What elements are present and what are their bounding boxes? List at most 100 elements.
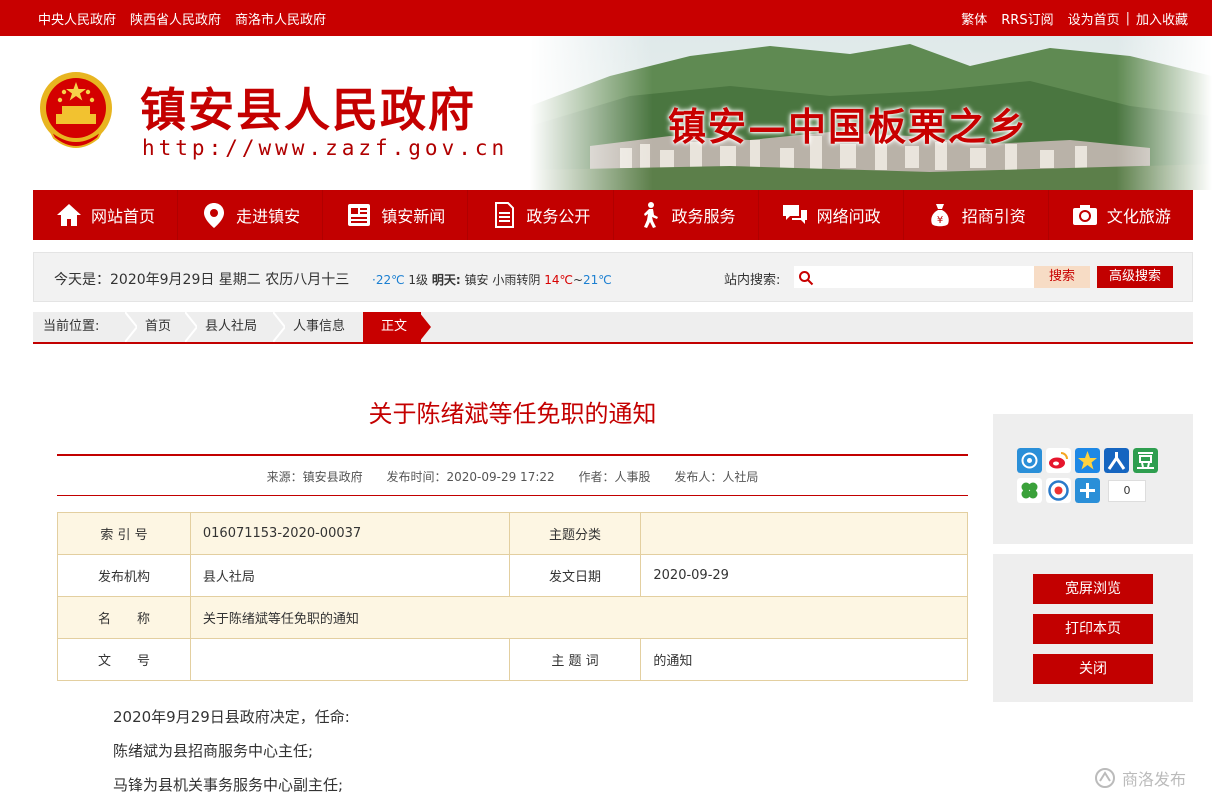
article-paragraph: 陈绪斌为县招商服务中心主任; [113,742,314,760]
nav-item-label: 镇安新闻 [381,207,446,226]
search-input[interactable] [818,268,1028,286]
topic-category-value [640,512,968,555]
svg-text:¥: ¥ [937,215,943,226]
tencent-weibo-share-icon[interactable] [1046,478,1071,503]
table-row: 名 称 关于陈绪斌等任免职的通知 [57,596,969,639]
issue-date-label: 发文日期 [508,554,642,597]
link-separator: | [1125,11,1130,26]
weather-low-temp: 21℃ [583,273,612,287]
link-shaanxi-government[interactable]: 陕西省人民政府 [130,9,221,28]
wide-view-button[interactable]: 宽屏浏览 [1033,574,1153,604]
advanced-search-button[interactable]: 高级搜索 [1097,266,1173,288]
doc-number-label: 文 号 [57,638,191,681]
nav-item-culture-tourism[interactable]: 文化旅游 [1049,190,1193,240]
breadcrumb-item-home[interactable]: 首页 [145,312,171,342]
article-body: 2020年9月29日县政府决定，任命: 陈绪斌为县招商服务中心主任; 马锋为县机… [113,700,350,802]
topic-category-label: 主题分类 [508,512,642,555]
site-title[interactable]: 镇安县人民政府 [140,74,476,140]
nav-item-government-services[interactable]: 政务服务 [614,190,759,240]
nav-item-label: 政务服务 [671,207,736,226]
qzone-share-icon[interactable] [1017,448,1042,473]
more-share-icon[interactable] [1075,478,1100,503]
print-page-button[interactable]: 打印本页 [1033,614,1153,644]
table-row: 发布机构 县人社局 发文日期 2020-09-29 [57,554,968,597]
info-bar: 今天是：2020年9月29日 星期二 农历八月十三 ·22℃ 1级 明天: 镇安… [33,252,1193,302]
share-panel: 0 [993,414,1193,544]
nav-item-online-inquiry[interactable]: 网络问政 [759,190,904,240]
people-daily-share-icon[interactable] [1104,448,1129,473]
document-info-table: 索 引 号 016071153-2020-00037 主题分类 发布机构 县人社… [57,512,969,681]
nav-item-news[interactable]: 镇安新闻 [323,190,469,240]
share-icons-row-2: 0 [1017,478,1146,503]
nav-item-investment[interactable]: ¥ 招商引资 [904,190,1049,240]
doc-name-value: 关于陈绪斌等任免职的通知 [189,596,969,639]
close-page-button[interactable]: 关闭 [1033,654,1153,684]
link-central-government[interactable]: 中央人民政府 [38,9,116,28]
newspaper-icon [348,204,371,226]
location-pin-icon [204,203,225,228]
current-date: 今天是：2020年9月29日 星期二 农历八月十三 [54,272,350,288]
link-traditional-chinese[interactable]: 繁体 [961,9,987,28]
weather-range-sep: ~ [572,273,584,287]
breadcrumb-separator-icon [125,312,137,342]
issuing-org-label: 发布机构 [57,554,191,597]
breadcrumb-item-hr-bureau[interactable]: 县人社局 [205,312,257,342]
weibo-share-icon[interactable] [1046,448,1071,473]
nav-item-home[interactable]: 网站首页 [33,190,179,240]
keywords-value: 的通知 [640,638,968,681]
link-shangluo-government[interactable]: 商洛市人民政府 [235,9,326,28]
weather-high-temp: 14℃ [544,273,573,287]
top-bar: 中央人民政府 陕西省人民政府 商洛市人民政府 繁体 RRS订阅 设为首页 | 加… [0,0,1212,36]
meta-publisher: 发布人：人社局 [674,470,759,484]
title-divider [57,454,968,456]
issuing-org-value: 县人社局 [189,554,510,597]
doc-number-value [189,638,510,681]
index-number-label: 索 引 号 [57,512,191,555]
article-title: 关于陈绪斌等任免职的通知 [368,400,657,428]
nav-item-label: 文化旅游 [1106,207,1171,226]
breadcrumb-label: 当前位置: [43,319,100,334]
search-icon [799,271,814,286]
camera-icon [1072,205,1097,225]
nav-item-about[interactable]: 走进镇安 [178,190,324,240]
watermark-text: 商洛发布 [1122,770,1187,789]
top-bar-gov-links: 中央人民政府 陕西省人民政府 商洛市人民政府 [38,9,326,28]
clover-share-icon[interactable] [1017,478,1042,503]
keywords-label: 主 题 词 [508,638,642,681]
weather-widget[interactable]: ·22℃ 1级 明天: 镇安 小雨转阴 14℃~21℃ [372,271,612,288]
nav-item-label: 网络问政 [816,207,881,226]
douban-share-icon[interactable] [1133,448,1158,473]
weather-desc: 小雨转阴 [492,273,541,287]
share-icons-row-1 [1017,448,1158,473]
search-box [794,266,1036,288]
weather-wind: 1级 [408,273,429,287]
meta-divider [57,495,968,496]
search-label: 站内搜索: [724,273,781,288]
table-row: 文 号 主 题 词 的通知 [57,638,968,681]
table-row: 索 引 号 016071153-2020-00037 主题分类 [57,512,968,555]
nav-item-government-affairs[interactable]: 政务公开 [468,190,614,240]
watermark: 商洛发布 [1094,766,1186,790]
nav-item-label: 网站首页 [91,207,156,226]
chat-bubbles-icon [782,205,807,224]
meta-author: 作者：人事股 [578,470,651,484]
nav-item-label: 政务公开 [526,207,591,226]
link-set-homepage[interactable]: 设为首页 [1068,9,1120,28]
issue-date-value: 2020-09-29 [640,554,968,597]
breadcrumb-item-personnel-info[interactable]: 人事信息 [293,312,345,342]
national-emblem-icon [40,72,112,148]
breadcrumb-separator-icon [185,312,197,342]
breadcrumb-separator-icon [273,312,285,342]
meta-source: 来源：镇安县政府 [266,470,363,484]
breadcrumb: 当前位置: 首页 县人社局 人事信息 正文 [33,312,1193,344]
article-paragraph: 2020年9月29日县政府决定，任命: [113,708,350,726]
money-bag-icon: ¥ [931,204,949,227]
search-button[interactable]: 搜索 [1034,266,1090,288]
weather-tomorrow-label: 明天: [431,273,461,287]
home-icon [57,204,82,226]
breadcrumb-item-current: 正文 [363,312,422,342]
link-rss-subscribe[interactable]: RRS订阅 [1001,9,1053,28]
link-add-favorite[interactable]: 加入收藏 [1136,9,1188,28]
index-number-value: 016071153-2020-00037 [189,512,510,555]
star-favorite-share-icon[interactable] [1075,448,1100,473]
